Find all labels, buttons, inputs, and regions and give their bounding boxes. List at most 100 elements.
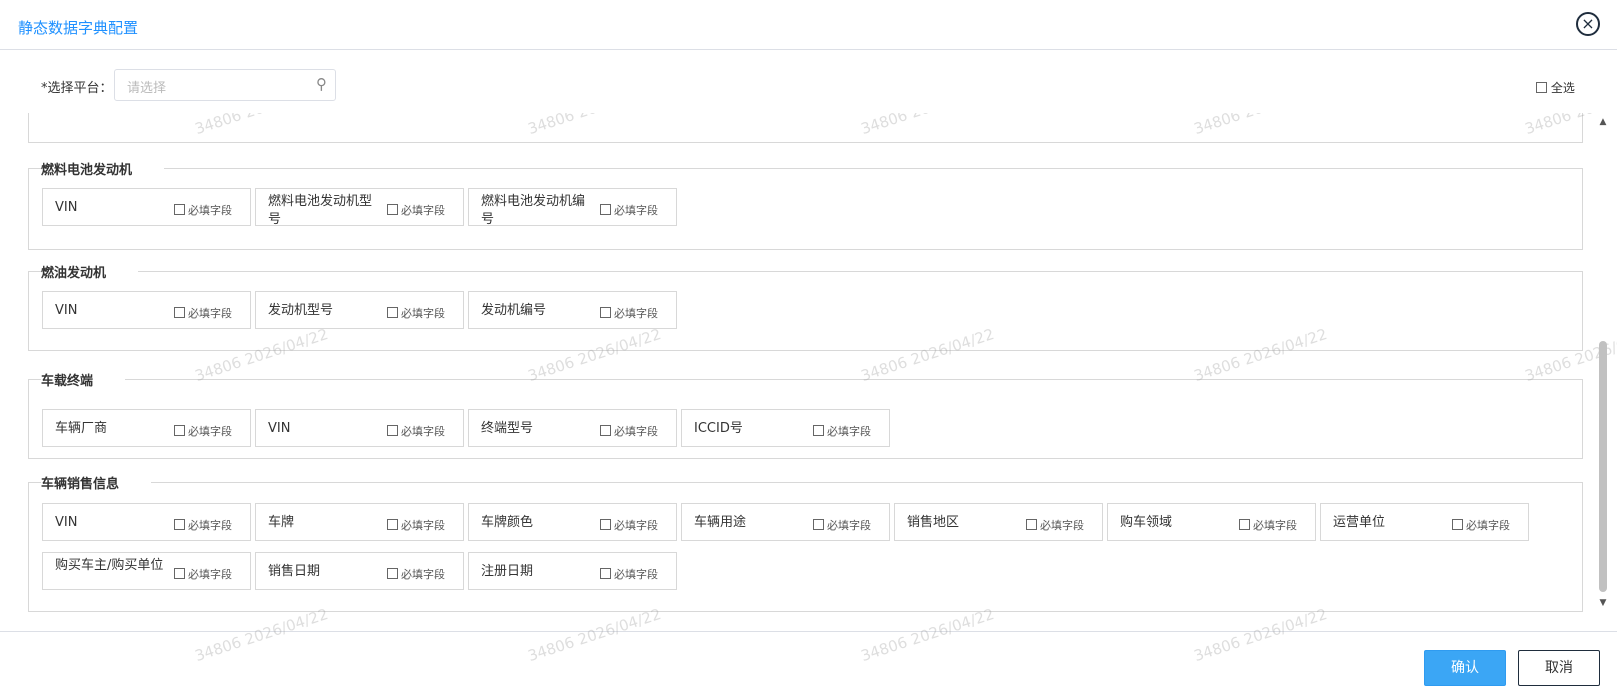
required-checkbox[interactable]: 必填字段 (387, 423, 445, 439)
required-checkbox-label: 必填字段 (401, 307, 445, 320)
required-checkbox[interactable]: 必填字段 (600, 202, 658, 218)
required-checkbox-box[interactable] (813, 519, 824, 530)
field-name: ICCID号 (694, 421, 743, 436)
required-checkbox[interactable]: 必填字段 (174, 423, 232, 439)
required-checkbox[interactable]: 必填字段 (387, 202, 445, 218)
field-card: 购买车主/购买单位 必填字段 (42, 552, 251, 590)
scroll-thumb[interactable] (1599, 341, 1607, 592)
section-0: 燃料电池发动机 VIN 必填字段 燃料电池发动机型号 必填字段 燃料电池发动机编号 必填字段 (28, 159, 1583, 250)
field-name: 燃料电池发动机编号 (481, 194, 586, 227)
required-checkbox[interactable]: 必填字段 (1239, 517, 1297, 533)
close-icon[interactable]: × (1576, 12, 1600, 36)
required-checkbox-label: 必填字段 (614, 204, 658, 217)
required-checkbox-label: 必填字段 (827, 425, 871, 438)
field-card: 燃料电池发动机编号 必填字段 (468, 188, 677, 227)
required-checkbox[interactable]: 必填字段 (600, 566, 658, 582)
required-checkbox-box[interactable] (387, 519, 398, 530)
field-name: VIN (55, 515, 78, 530)
field-name: 燃料电池发动机型号 (268, 194, 373, 227)
field-card: VIN 必填字段 (42, 503, 251, 541)
select-all-label: 全选 (1550, 81, 1575, 95)
required-checkbox-label: 必填字段 (1040, 519, 1084, 532)
field-card: VIN 必填字段 (42, 291, 251, 329)
required-checkbox-box[interactable] (387, 204, 398, 215)
required-checkbox[interactable]: 必填字段 (174, 566, 232, 582)
required-checkbox[interactable]: 必填字段 (600, 517, 658, 533)
section-1: 燃油发动机 VIN 必填字段 发动机型号 必填字段 发动机编号 必填字段 (28, 262, 1583, 351)
scroll-up-arrow-icon[interactable]: ▲ (1597, 117, 1609, 127)
field-card: VIN 必填字段 (42, 188, 251, 226)
required-checkbox-box[interactable] (600, 425, 611, 436)
field-name: 购车领域 (1120, 515, 1173, 530)
field-name: 注册日期 (481, 564, 534, 579)
field-name: 运营单位 (1333, 515, 1386, 530)
required-checkbox-label: 必填字段 (827, 519, 871, 532)
required-checkbox[interactable]: 必填字段 (387, 305, 445, 321)
field-name: 车牌 (268, 515, 295, 530)
field-card: 车牌 必填字段 (255, 503, 464, 541)
required-checkbox[interactable]: 必填字段 (813, 517, 871, 533)
required-checkbox-label: 必填字段 (188, 204, 232, 217)
required-checkbox-box[interactable] (174, 204, 185, 215)
required-checkbox[interactable]: 必填字段 (813, 423, 871, 439)
section-previous (28, 113, 1583, 143)
field-name: 车牌颜色 (481, 515, 534, 530)
field-name: 发动机编号 (481, 303, 547, 318)
select-all-box[interactable] (1536, 82, 1547, 93)
required-checkbox-box[interactable] (1239, 519, 1250, 530)
platform-select[interactable]: 请选择 ⚲ (114, 69, 336, 101)
required-checkbox-box[interactable] (600, 568, 611, 579)
required-checkbox-box[interactable] (387, 307, 398, 318)
required-checkbox-box[interactable] (174, 519, 185, 530)
required-checkbox-box[interactable] (813, 425, 824, 436)
field-card: 车辆用途 必填字段 (681, 503, 890, 541)
field-config-scroll-area[interactable]: 燃料电池发动机 VIN 必填字段 燃料电池发动机型号 必填字段 燃料电池发动机编号 必填字段… (0, 113, 1617, 627)
required-checkbox[interactable]: 必填字段 (387, 566, 445, 582)
required-checkbox-box[interactable] (387, 568, 398, 579)
required-checkbox-box[interactable] (600, 519, 611, 530)
search-icon: ⚲ (316, 75, 327, 93)
required-checkbox[interactable]: 必填字段 (387, 517, 445, 533)
field-card: VIN 必填字段 (255, 409, 464, 447)
confirm-button[interactable]: 确认 (1424, 650, 1506, 686)
required-checkbox[interactable]: 必填字段 (600, 305, 658, 321)
required-checkbox-box[interactable] (174, 568, 185, 579)
vertical-scrollbar[interactable]: ▲ ▼ (1597, 113, 1609, 613)
required-checkbox-label: 必填字段 (401, 568, 445, 581)
required-checkbox-label: 必填字段 (614, 519, 658, 532)
platform-placeholder: 请选择 (127, 81, 167, 96)
required-checkbox-box[interactable] (387, 425, 398, 436)
platform-label: *选择平台： (41, 81, 113, 96)
required-checkbox-label: 必填字段 (614, 425, 658, 438)
required-checkbox-box[interactable] (174, 425, 185, 436)
section-title: 车载终端 (41, 370, 126, 389)
required-checkbox-box[interactable] (174, 307, 185, 318)
required-checkbox[interactable]: 必填字段 (1452, 517, 1510, 533)
field-card: 销售日期 必填字段 (255, 552, 464, 590)
field-name: VIN (55, 303, 78, 318)
field-card: 燃料电池发动机型号 必填字段 (255, 188, 464, 227)
required-checkbox-label: 必填字段 (401, 519, 445, 532)
field-name: VIN (268, 421, 291, 436)
dialog-header: 静态数据字典配置 × (0, 0, 1617, 50)
select-all-checkbox[interactable]: 全选 (1536, 79, 1575, 96)
required-checkbox-box[interactable] (1452, 519, 1463, 530)
cancel-button[interactable]: 取消 (1518, 650, 1600, 686)
required-checkbox[interactable]: 必填字段 (1026, 517, 1084, 533)
field-name: 销售日期 (268, 564, 321, 579)
required-checkbox-box[interactable] (600, 307, 611, 318)
required-checkbox-label: 必填字段 (188, 568, 232, 581)
required-checkbox[interactable]: 必填字段 (174, 517, 232, 533)
required-checkbox-box[interactable] (600, 204, 611, 215)
section-2: 车载终端 车辆厂商 必填字段 VIN 必填字段 终端型号 必填字段 ICCID号 必填字段 (28, 370, 1583, 459)
required-checkbox[interactable]: 必填字段 (174, 305, 232, 321)
required-checkbox-box[interactable] (1026, 519, 1037, 530)
section-title: 车辆销售信息 (41, 473, 152, 492)
section-3: 车辆销售信息 VIN 必填字段 车牌 必填字段 车牌颜色 必填字段 车辆用途 必填字段 销售地区必… (28, 473, 1583, 612)
field-name: 发动机型号 (268, 303, 334, 318)
field-card: 注册日期 必填字段 (468, 552, 677, 590)
required-checkbox[interactable]: 必填字段 (600, 423, 658, 439)
required-checkbox[interactable]: 必填字段 (174, 202, 232, 218)
scroll-down-arrow-icon[interactable]: ▼ (1597, 598, 1609, 608)
required-checkbox-label: 必填字段 (188, 425, 232, 438)
